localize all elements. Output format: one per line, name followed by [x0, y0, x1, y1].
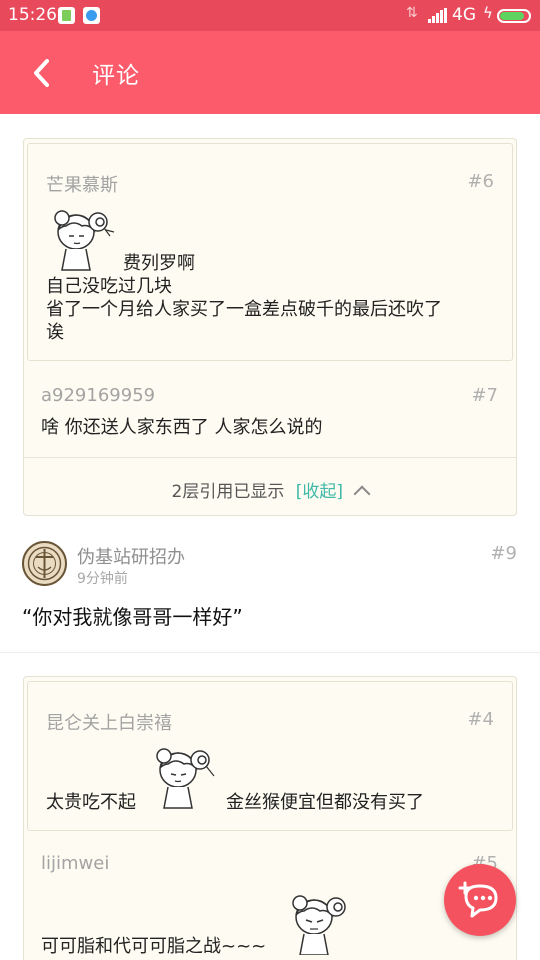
status-time: 15:26 — [8, 5, 57, 25]
comment-divider — [0, 652, 540, 653]
quote-text: 自己没吃过几块 — [46, 276, 172, 297]
app-header: 评论 — [0, 31, 540, 114]
comment-username[interactable]: 伪基站研招办 — [77, 543, 185, 569]
divider — [24, 457, 516, 458]
status-bar: 15:26 ⇅ 4G ϟ — [0, 0, 540, 31]
sticker-image — [144, 744, 220, 814]
battery-icon — [497, 9, 531, 23]
quote-text: 太贵吃不起 — [46, 792, 136, 813]
add-comment-icon — [458, 880, 502, 924]
quote-username[interactable]: lijimwei — [41, 853, 109, 874]
quote-thread: 昆仑关上白崇禧 #4 太贵吃不起 金丝猴便宜但都没有买了 lijimwei #5 — [23, 676, 517, 960]
quote-username[interactable]: 芒果慕斯 — [46, 171, 118, 197]
back-arrow-icon[interactable] — [28, 55, 58, 91]
sticker-image — [280, 889, 356, 959]
comment-text: “你对我就像哥哥一样好” — [22, 605, 243, 629]
data-transfer-icon: ⇅ — [406, 5, 418, 21]
charging-icon: ϟ — [483, 4, 493, 22]
app-notification-icon — [58, 7, 75, 24]
quote-thread: 芒果慕斯 #6 费列罗啊 自己没吃过几块 省了一个月给人家买了一盒差点破千的最后… — [23, 138, 517, 516]
chevron-up-icon — [353, 485, 371, 503]
collapse-button[interactable]: [收起] — [296, 482, 343, 502]
comment-floor: #9 — [490, 543, 517, 564]
quote-text: 省了一个月给人家买了一盒差点破千的最后还吹了 — [46, 299, 442, 320]
quote-text: 费列罗啊 — [123, 253, 195, 274]
quote-toggle[interactable]: 2层引用已显示 [收起] — [24, 477, 516, 503]
quote-block[interactable]: 芒果慕斯 #6 费列罗啊 自己没吃过几块 省了一个月给人家买了一盒差点破千的最后… — [27, 143, 513, 361]
quote-status-text: 2层引用已显示 — [171, 482, 285, 502]
signal-icon — [428, 8, 448, 23]
quote-username[interactable]: 昆仑关上白崇禧 — [46, 709, 172, 735]
quote-text: 可可脂和代可可脂之战~~~ — [41, 936, 267, 957]
network-type: 4G — [452, 5, 476, 25]
avatar[interactable] — [22, 541, 67, 586]
quote-floor: #6 — [467, 171, 494, 192]
quote-floor: #4 — [467, 709, 494, 730]
quote-block[interactable]: 昆仑关上白崇禧 #4 太贵吃不起 金丝猴便宜但都没有买了 — [27, 681, 513, 831]
quote-text: 诶 — [46, 322, 64, 343]
add-comment-button[interactable] — [444, 864, 516, 936]
quote-text: 金丝猴便宜但都没有买了 — [226, 792, 424, 813]
quote-username[interactable]: a929169959 — [41, 385, 155, 406]
sticker-image — [44, 208, 116, 276]
comment-time: 9分钟前 — [77, 571, 128, 587]
quote-floor: #7 — [471, 385, 498, 406]
quote-text: 啥 你还送人家东西了 人家怎么说的 — [41, 417, 323, 438]
chat-notification-icon — [83, 7, 100, 24]
page-title: 评论 — [92, 63, 140, 89]
